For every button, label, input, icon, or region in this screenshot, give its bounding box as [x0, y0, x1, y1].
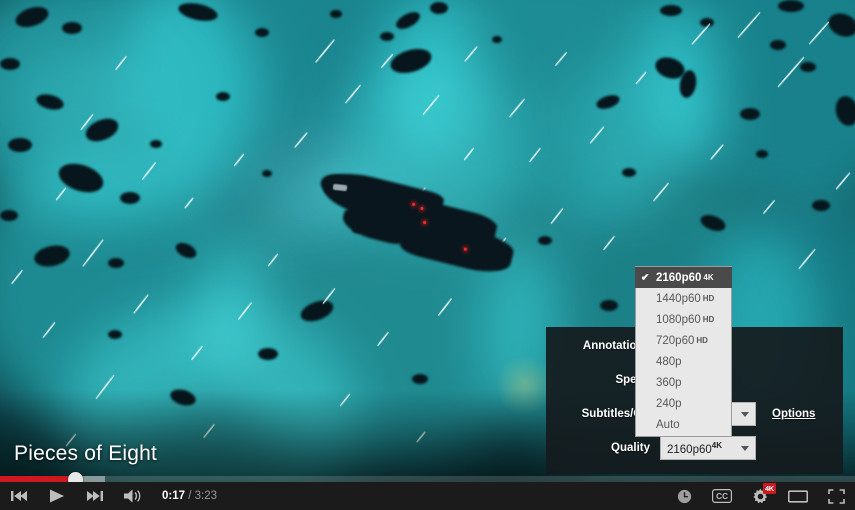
- quality-option-sup: 4K: [703, 273, 714, 282]
- quality-option-label: 360p: [656, 376, 682, 389]
- quality-option-2160p60[interactable]: ✔ 2160p60 4K: [635, 267, 732, 288]
- quality-option-240p[interactable]: 240p: [636, 393, 731, 414]
- quality-option-auto[interactable]: Auto: [636, 414, 731, 435]
- quality-option-sup: HD: [702, 294, 715, 303]
- volume-button[interactable]: [114, 482, 152, 510]
- chevron-down-icon: [741, 411, 749, 417]
- quality-option-480p[interactable]: 480p: [636, 351, 731, 372]
- check-icon: ✔: [641, 272, 650, 283]
- subtitles-cc-button[interactable]: CC: [703, 482, 741, 510]
- video-title: Pieces of Eight: [14, 442, 158, 465]
- quality-option-1440p60[interactable]: 1440p60 HD: [636, 288, 731, 309]
- quality-option-label: 480p: [656, 355, 682, 368]
- quality-option-sup: HD: [702, 315, 715, 324]
- time-current: 0:17: [162, 490, 186, 502]
- quality-select-value: 2160p604K: [667, 441, 741, 456]
- theater-mode-button[interactable]: [779, 482, 817, 510]
- controls-right: CC 4K: [665, 482, 855, 510]
- svg-text:CC: CC: [716, 491, 728, 501]
- setting-row-quality: Quality 2160p604K: [546, 433, 843, 463]
- quality-option-label: 240p: [656, 397, 682, 410]
- quality-option-720p60[interactable]: 720p60 HD: [636, 330, 731, 351]
- quality-option-label: 2160p60: [656, 271, 702, 284]
- quality-option-1080p60[interactable]: 1080p60 HD: [636, 309, 731, 330]
- chevron-down-icon: [741, 445, 749, 451]
- watch-later-button[interactable]: [665, 482, 703, 510]
- quality-select[interactable]: 2160p604K: [660, 436, 756, 460]
- settings-quality-badge: 4K: [762, 483, 776, 494]
- quality-option-label: 1440p60: [656, 292, 701, 305]
- time-total: 3:23: [194, 490, 218, 502]
- settings-gear-button[interactable]: 4K: [741, 482, 779, 510]
- previous-button[interactable]: [0, 482, 38, 510]
- subtitles-options-link[interactable]: Options: [772, 408, 815, 420]
- control-bar: 0:17 / 3:23 CC 4K: [0, 482, 855, 510]
- time-display: 0:17 / 3:23: [162, 490, 217, 502]
- fullscreen-button[interactable]: [817, 482, 855, 510]
- quality-option-360p[interactable]: 360p: [636, 372, 731, 393]
- video-player: Pieces of Eight 0:17 / 3:23 CC 4K Annota…: [0, 0, 855, 510]
- quality-dropdown-menu[interactable]: ✔ 2160p60 4K 1440p60 HD 1080p60 HD 720p60 HD…: [635, 266, 732, 437]
- controls-left: 0:17 / 3:23: [0, 482, 217, 510]
- quality-option-label: 720p60: [656, 334, 695, 347]
- time-separator: /: [188, 490, 192, 502]
- play-button[interactable]: [38, 482, 76, 510]
- next-button[interactable]: [76, 482, 114, 510]
- quality-select-value-text: 2160p60: [667, 443, 712, 456]
- quality-select-value-sup: 4K: [711, 440, 723, 450]
- quality-option-label: 1080p60: [656, 313, 701, 326]
- setting-label-quality: Quality: [611, 442, 650, 454]
- quality-option-label: Auto: [656, 418, 680, 431]
- quality-option-sup: HD: [696, 336, 708, 345]
